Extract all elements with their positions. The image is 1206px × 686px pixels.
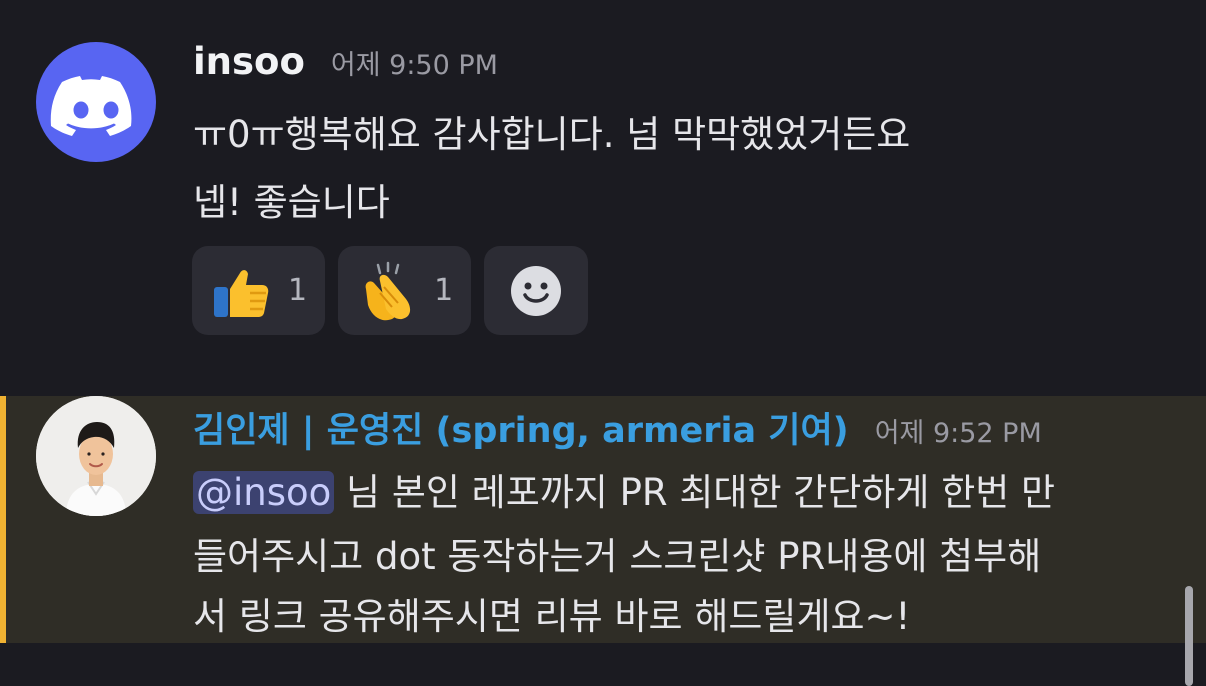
clapping-hands-icon <box>365 261 411 320</box>
reaction-clapping-hands[interactable]: 1 <box>338 246 472 335</box>
smiley-face-icon <box>511 265 562 316</box>
profile-photo-icon <box>36 396 156 516</box>
reaction-thumbs-up[interactable]: 1 <box>192 246 326 335</box>
message-text: 서 링크 공유해주시면 리뷰 바로 해드릴게요~! <box>193 595 911 638</box>
scrollbar[interactable] <box>1185 586 1193 686</box>
reaction-count: 1 <box>288 273 308 308</box>
mention-indicator-bar <box>0 396 6 643</box>
discord-logo-icon <box>50 76 132 136</box>
message-header: 김인제 | 운영진 (spring, armeria 기여) 어제 9:52 P… <box>193 402 1042 453</box>
message-text: 들어주시고 dot 동작하는거 스크린샷 PR내용에 첨부해 <box>193 535 1042 578</box>
avatar[interactable] <box>36 42 156 162</box>
user-mention[interactable]: @insoo <box>193 471 335 514</box>
avatar[interactable] <box>36 396 156 516</box>
message-text-line-1: @insoo 님 본인 레포까지 PR 최대한 간단하게 한번 만 <box>193 462 1055 516</box>
username[interactable]: 김인제 | 운영진 (spring, armeria 기여) <box>193 402 849 453</box>
reaction-count: 1 <box>434 273 454 308</box>
message-text: ㅠ0ㅠ행복해요 감사합니다. 넘 막막했었거든요 <box>193 113 911 156</box>
username[interactable]: insoo <box>193 40 305 83</box>
message-insoo: insoo 어제 9:50 PM ㅠ0ㅠ행복해요 감사합니다. 넘 막막했었거든… <box>0 0 1206 392</box>
message-header: insoo 어제 9:50 PM <box>193 40 498 83</box>
reactions-row: 1 1 <box>192 246 589 335</box>
message-text: 넵! 좋습니다 <box>193 181 390 224</box>
thumbs-up-icon <box>214 269 269 317</box>
add-reaction-button[interactable] <box>484 246 589 335</box>
timestamp: 어제 9:50 PM <box>330 50 498 81</box>
message-text: 님 본인 레포까지 PR 최대한 간단하게 한번 만 <box>334 471 1056 514</box>
message-mentioned: 김인제 | 운영진 (spring, armeria 기여) 어제 9:52 P… <box>0 396 1206 643</box>
timestamp: 어제 9:52 PM <box>874 418 1042 449</box>
